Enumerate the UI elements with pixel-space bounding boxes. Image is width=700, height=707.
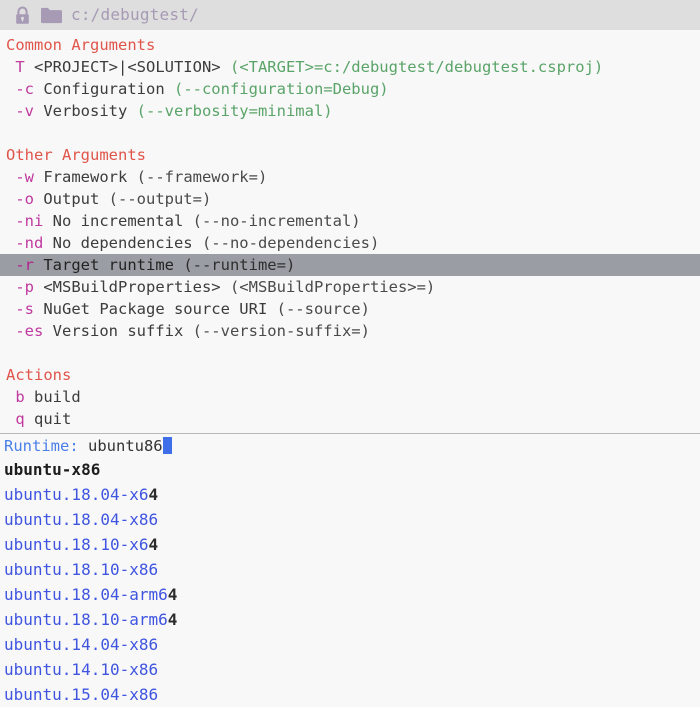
argument-value: (--version-suffix=) [192, 322, 370, 340]
text-caret [162, 437, 172, 454]
argument-value: (<TARGET>=c:/debugtest/debugtest.csproj) [229, 58, 604, 76]
completion-item-selected[interactable]: ubuntu-x86 [4, 457, 700, 482]
argument-flag: -o [6, 190, 34, 208]
argument-value: (--framework=) [136, 168, 268, 186]
argument-row[interactable]: -o Output (--output=) [0, 188, 700, 210]
match-text: 4 [148, 485, 159, 504]
runtime-input[interactable]: ubuntu86 [79, 435, 163, 457]
completion-item[interactable]: ubuntu.18.10-x86 [4, 557, 700, 582]
argument-flag: -es [6, 322, 44, 340]
section-header: Other Arguments [6, 146, 146, 164]
completion-item[interactable]: ubuntu.18.04-arm64 [4, 582, 700, 607]
argument-row[interactable]: -c Configuration (--configuration=Debug) [0, 78, 700, 100]
argument-row-selected[interactable]: -r Target runtime (--runtime=) [0, 254, 700, 276]
unmatched-text: ubuntu.18.10-x6 [4, 535, 149, 554]
argument-value: (--configuration=Debug) [173, 80, 389, 98]
argument-row[interactable]: -nd No dependencies (--no-dependencies) [0, 232, 700, 254]
argument-value: (--no-dependencies) [201, 234, 380, 252]
argument-row[interactable]: T <PROJECT>|<SOLUTION> (<TARGET>=c:/debu… [0, 56, 700, 78]
argument-label: Output [34, 190, 109, 208]
argument-row[interactable]: -s NuGet Package source URI (--source) [0, 298, 700, 320]
argument-flag: -w [6, 168, 34, 186]
argument-flag: -p [6, 278, 34, 296]
argument-flag: T [6, 58, 25, 76]
argument-flag: b [6, 388, 25, 406]
argument-row[interactable]: b build [0, 386, 700, 408]
argument-label: Framework [34, 168, 137, 186]
completion-item[interactable]: ubuntu.18.10-arm64 [4, 607, 700, 632]
unmatched-text: ubuntu.14.10-x86 [4, 660, 159, 679]
argument-label: Target runtime [34, 256, 184, 274]
section-header: Actions [6, 366, 72, 384]
unmatched-text: ubuntu.18.04-arm6 [4, 585, 168, 604]
lock-icon [14, 5, 31, 25]
argument-flag: -c [6, 80, 34, 98]
arguments-pane: Common Arguments T <PROJECT>|<SOLUTION> … [0, 30, 700, 430]
match-text: 4 [148, 535, 159, 554]
completion-item[interactable]: ubuntu.15.04-x86 [4, 682, 700, 707]
argument-flag: -nd [6, 234, 44, 252]
unmatched-text: ubuntu.18.10-x86 [4, 560, 159, 579]
completion-item[interactable]: ubuntu.18.10-x64 [4, 532, 700, 557]
argument-flag: -r [6, 256, 34, 274]
prompt-label: Runtime: [4, 436, 79, 455]
unmatched-text: ubuntu.15.04-x86 [4, 685, 159, 704]
argument-flag: -ni [6, 212, 44, 230]
argument-label: No incremental [43, 212, 193, 230]
argument-label: <PROJECT>|<SOLUTION> [24, 58, 230, 76]
sections-root: Common Arguments T <PROJECT>|<SOLUTION> … [0, 34, 700, 430]
argument-label: Configuration [34, 80, 174, 98]
argument-value: (--no-incremental) [192, 212, 361, 230]
match-text: 4 [167, 610, 178, 629]
folder-icon [40, 6, 62, 24]
titlebar: c:/debugtest/ [0, 0, 700, 30]
unmatched-text: ubuntu.18.04-x6 [4, 485, 149, 504]
argument-label: No dependencies [43, 234, 202, 252]
completion-item[interactable]: ubuntu.18.04-x86 [4, 507, 700, 532]
runtime-prompt[interactable]: Runtime: ubuntu86 [0, 434, 700, 457]
completion-item[interactable]: ubuntu.14.10-x86 [4, 657, 700, 682]
completion-item[interactable]: ubuntu.14.04-x86 [4, 632, 700, 657]
completion-item[interactable]: ubuntu.18.04-x64 [4, 482, 700, 507]
argument-label: quit [24, 410, 72, 428]
match-text: 4 [167, 585, 178, 604]
argument-flag: q [6, 410, 25, 428]
argument-value: (--output=) [108, 190, 212, 208]
argument-label: Version suffix [43, 322, 193, 340]
argument-row[interactable]: q quit [0, 408, 700, 430]
argument-row[interactable]: -es Version suffix (--version-suffix=) [0, 320, 700, 342]
argument-label: Verbosity [34, 102, 137, 120]
argument-value: (<MSBuildProperties>=) [229, 278, 436, 296]
argument-value: (--runtime=) [183, 256, 296, 274]
argument-row[interactable]: -w Framework (--framework=) [0, 166, 700, 188]
match-text: ubuntu-x86 [4, 460, 101, 479]
argument-row[interactable]: -p <MSBuildProperties> (<MSBuildProperti… [0, 276, 700, 298]
argument-label: NuGet Package source URI [34, 300, 277, 318]
current-path: c:/debugtest/ [71, 5, 199, 24]
argument-row[interactable]: -v Verbosity (--verbosity=minimal) [0, 100, 700, 122]
argument-flag: -s [6, 300, 34, 318]
unmatched-text: ubuntu.14.04-x86 [4, 635, 159, 654]
completion-list[interactable]: ubuntu-x86 ubuntu.18.04-x64 ubuntu.18.04-x… [0, 457, 700, 707]
argument-value: (--source) [276, 300, 370, 318]
unmatched-text: ubuntu.18.10-arm6 [4, 610, 168, 629]
argument-flag: -v [6, 102, 34, 120]
section-header: Common Arguments [6, 36, 156, 54]
argument-row[interactable]: -ni No incremental (--no-incremental) [0, 210, 700, 232]
argument-label: <MSBuildProperties> [34, 278, 230, 296]
argument-label: build [24, 388, 81, 406]
argument-value: (--verbosity=minimal) [136, 102, 333, 120]
unmatched-text: ubuntu.18.04-x86 [4, 510, 159, 529]
